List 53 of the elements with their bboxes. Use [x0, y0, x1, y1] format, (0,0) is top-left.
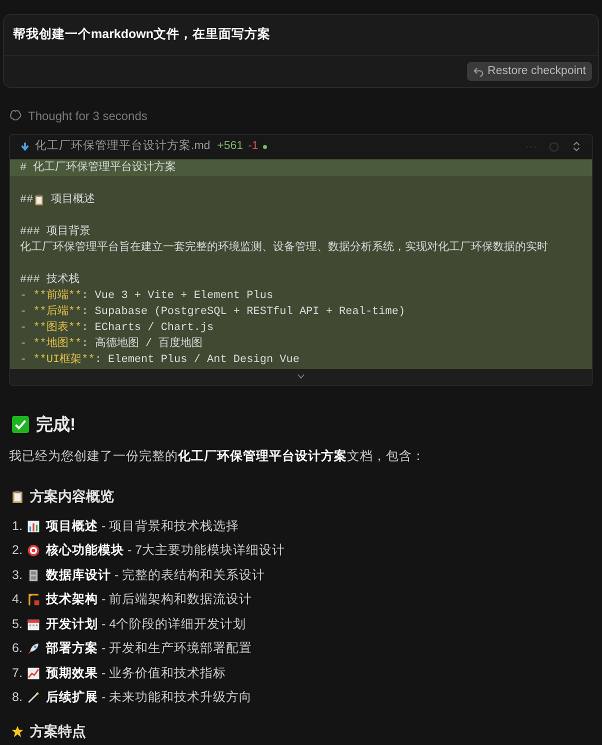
list-number: 1.: [12, 518, 24, 535]
undo-icon: [472, 66, 484, 77]
list-item-text: 预期效果 - 业务价值和技术指标: [46, 664, 226, 682]
restore-checkpoint-button[interactable]: Restore checkpoint: [466, 62, 592, 81]
list-number: 3.: [12, 566, 24, 584]
list-number: 6.: [12, 640, 24, 658]
code-line: - **后端**: Supabase (PostgreSQL + RESTful API + Real-time): [20, 304, 406, 320]
list-item-text: 技术架构 - 前后端架构和数据流设计: [46, 591, 252, 608]
section-heading: 方案特点: [30, 722, 86, 741]
list-number: 7.: [12, 664, 24, 682]
list-item-text: 部署方案 - 开发和生产环境部署配置: [46, 640, 252, 658]
calendar-icon: [27, 618, 40, 631]
chart-icon: [27, 520, 40, 533]
list-item-text: 数据库设计 - 完整的表结构和关系设计: [46, 566, 266, 584]
code-line: - **图表**: ECharts / Chart.js: [20, 320, 214, 336]
code-line: ### 技术栈: [20, 272, 80, 288]
expand-icon: [571, 141, 582, 152]
section-heading: 方案内容概览: [30, 487, 114, 506]
list-number: 4.: [12, 591, 24, 608]
clipboard-icon: [11, 489, 24, 504]
target-icon: [27, 544, 40, 558]
list-item-text: 核心功能模块 - 7大主要功能模块详细设计: [46, 542, 286, 560]
code-line: - **前端**: Vue 3 + Vite + Element Plus: [20, 288, 274, 304]
reply-heading: 完成!: [36, 414, 76, 436]
removed-count: -1: [248, 139, 258, 154]
star-icon: [11, 725, 24, 738]
code-line: 化工厂环保管理平台旨在建立一套完整的环境监测、设备管理、数据分析系统，实现对化工厂环保数据的实时: [20, 240, 548, 256]
stop-icon: [548, 140, 560, 153]
list-number: 2.: [12, 542, 24, 560]
code-line: # 化工厂环保管理平台设计方案: [20, 160, 176, 176]
chevron-down-icon: [295, 372, 307, 381]
code-line: ### 项目背景: [20, 224, 90, 240]
rocket-icon: [27, 642, 40, 656]
list-item-text: 后续扩展 - 未来功能和技术升级方向: [46, 689, 252, 706]
code-line: - **地图**: 高德地图 / 百度地图: [20, 336, 203, 352]
clipboard-icon: [33, 194, 46, 206]
user-message: 帮我创建一个markdown文件，在里面写方案: [4, 15, 598, 56]
wand-icon: [27, 691, 40, 704]
code-line: 项目概述: [51, 192, 96, 208]
list-number: 8.: [12, 689, 24, 706]
check-icon: [12, 416, 29, 433]
added-count: +561: [217, 139, 244, 154]
list-number: 5.: [12, 616, 24, 633]
download-icon: [20, 142, 30, 152]
code-line: ##: [20, 192, 34, 208]
code-line: - **UI框架**: Element Plus / Ant Design Vue: [20, 352, 300, 368]
reply-paragraph: 我已经为您创建了一份完整的化工厂环保管理平台设计方案文档，包含：: [8, 448, 426, 466]
list-item-text: 开发计划 - 4个阶段的详细开发计划: [46, 616, 246, 633]
thought-status: Thought for 3 seconds: [28, 108, 148, 125]
file-name[interactable]: 化工厂环保管理平台设计方案.md: [35, 138, 210, 156]
list-item-text: 项目概述 - 项目背景和技术栈选择: [46, 518, 240, 535]
cabinet-icon: [27, 568, 40, 582]
trend-icon: [27, 666, 40, 680]
